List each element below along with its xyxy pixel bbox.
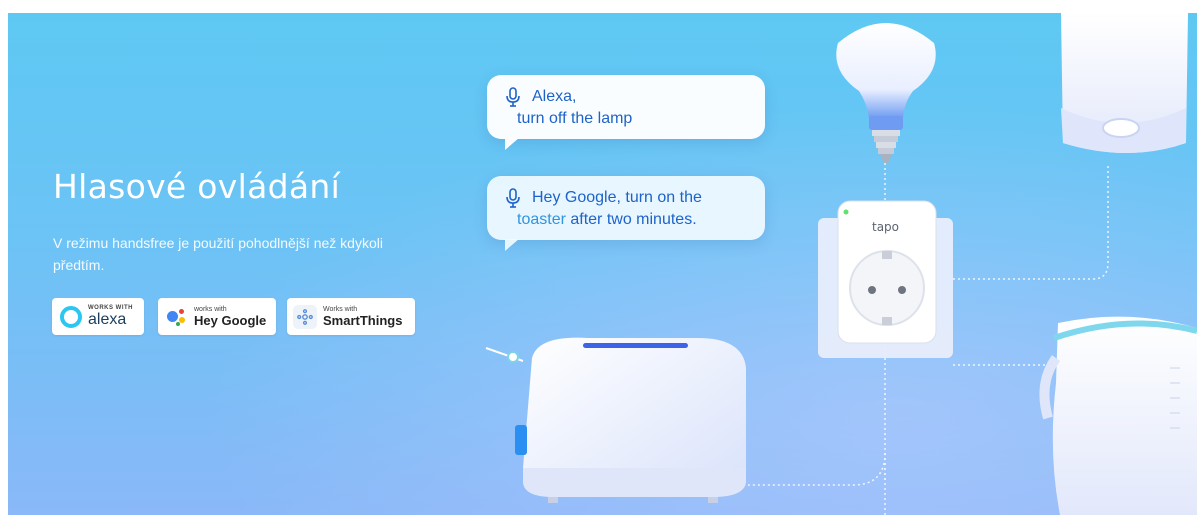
alexa-ring-icon: [60, 305, 82, 328]
voice-control-banner: tapo Hlasové ovládání V režimu handsfree…: [8, 13, 1197, 515]
google-command-line2: toaster after two minutes.: [517, 209, 697, 231]
google-command-bubble: Hey Google, turn on the toaster after tw…: [487, 176, 765, 251]
plug-brand-label: tapo: [872, 220, 899, 234]
works-with-hey-google-badge[interactable]: works with Hey Google: [158, 298, 276, 335]
section-description: V režimu handsfree je použití pohodlnějš…: [53, 235, 383, 273]
smartthings-name-label: SmartThings: [323, 313, 403, 328]
smartthings-icon: [293, 304, 317, 329]
google-assistant-icon: [166, 307, 188, 327]
speaker-icon: [1061, 13, 1188, 153]
works-with-alexa-badge[interactable]: WORKS WITH alexa: [52, 298, 144, 335]
alexa-command-bubble: Alexa, turn off the lamp: [487, 75, 765, 150]
microphone-icon: [506, 87, 520, 107]
kettle-icon: [1039, 316, 1197, 515]
smart-plug-icon: tapo: [818, 200, 953, 358]
alexa-name-label: alexa: [88, 311, 127, 328]
alexa-command-line1: Alexa,: [532, 88, 577, 105]
google-command-line1: Hey Google, turn on the: [532, 189, 702, 206]
smartthings-works-with-label: Works with: [323, 306, 358, 313]
microphone-icon: [506, 188, 520, 208]
page-title: Hlasové ovládání: [53, 167, 341, 206]
toaster-icon: [485, 337, 746, 503]
alexa-command-line2: turn off the lamp: [517, 110, 633, 127]
lamp-bulb-icon: [836, 23, 936, 163]
google-command-line2-rest: after two minutes.: [565, 211, 697, 228]
works-with-smartthings-badge[interactable]: Works with SmartThings: [287, 298, 415, 335]
google-works-with-label: works with: [194, 306, 227, 313]
google-command-highlight: toaster: [517, 211, 566, 228]
google-name-label: Hey Google: [194, 313, 267, 328]
